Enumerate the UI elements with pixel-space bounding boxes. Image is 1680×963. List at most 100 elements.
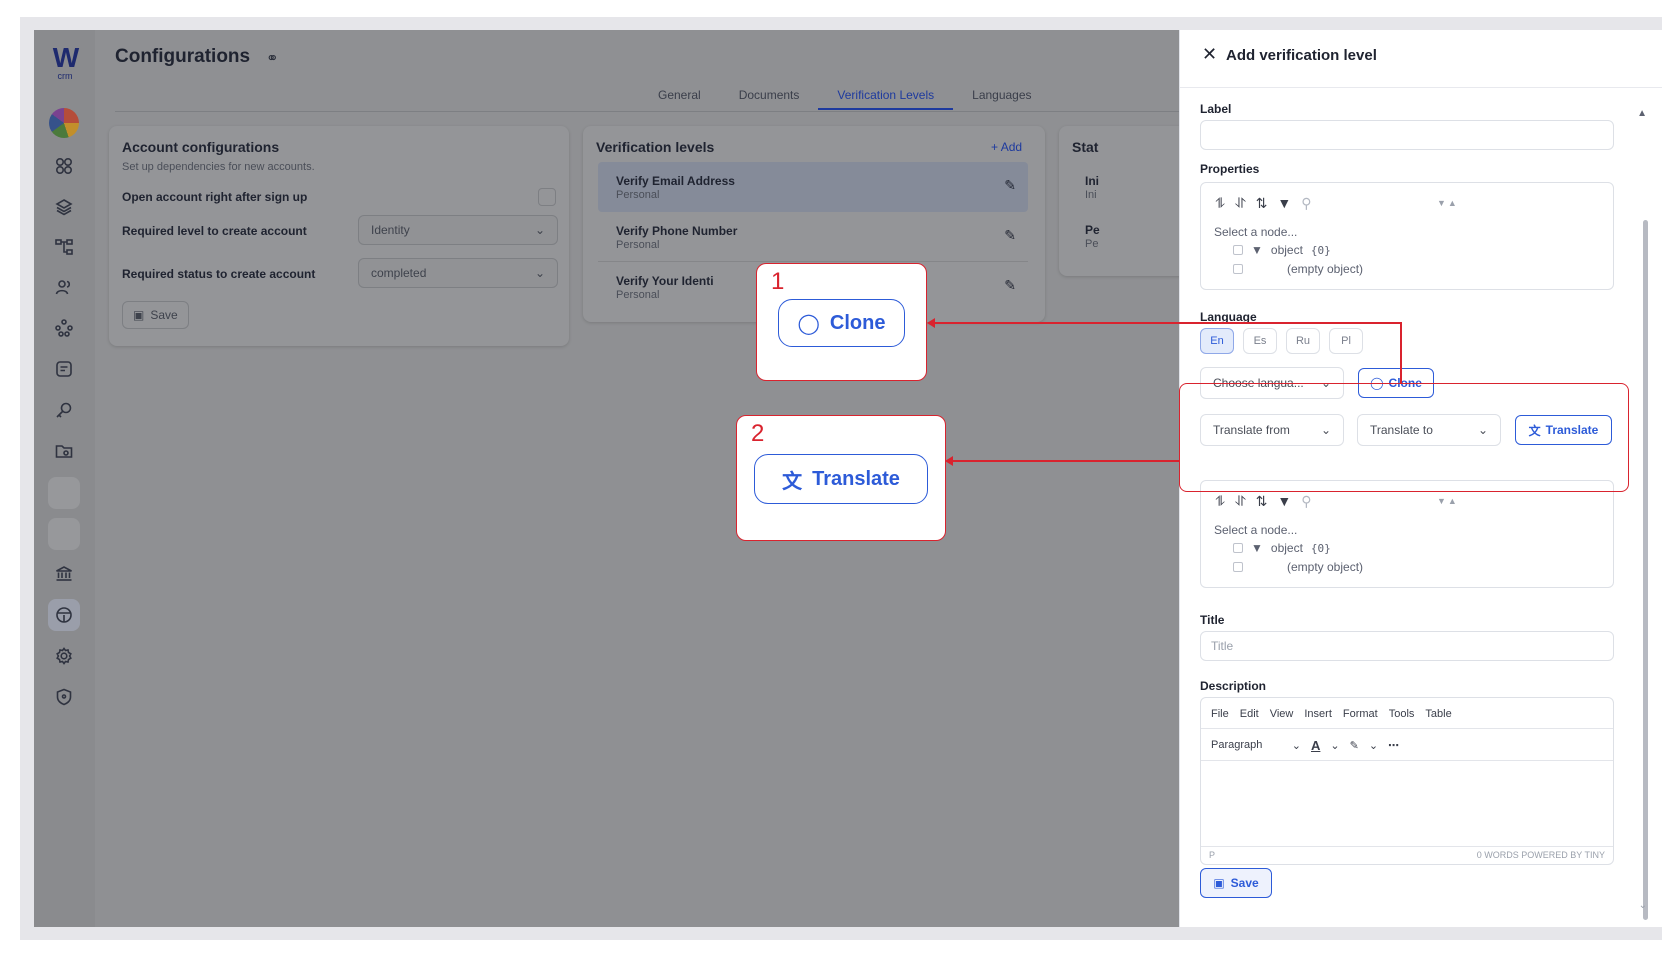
editor-menubar: File Edit View Insert Format Tools Table [1211,708,1452,720]
empty-nav-slot[interactable] [48,518,80,550]
block-format-select[interactable]: Paragraph ⌄ [1211,739,1301,752]
users-icon[interactable] [48,271,80,303]
language-pill-ru[interactable]: Ru [1286,328,1320,354]
expand-all-icon[interactable]: ⥮ [1215,195,1225,212]
row-checkbox[interactable] [1233,264,1243,274]
editor-statusbar: P 0 WORDS POWERED BY TINY [1201,846,1613,864]
save-label: Save [1230,876,1259,890]
label-input[interactable] [1200,120,1614,150]
navigate-arrows-icon[interactable]: ▼▲ [1437,496,1459,506]
chevron-down-icon[interactable]: ⌄ [1369,739,1378,752]
language-pill-en[interactable]: En [1200,328,1234,354]
shield-icon[interactable] [48,681,80,713]
translate-button-zoomed: 文 Translate [754,454,928,504]
menu-file[interactable]: File [1211,708,1229,720]
key-icon[interactable] [48,394,80,426]
level-name: Verify Email Address [616,174,735,188]
menu-table[interactable]: Table [1425,708,1451,720]
required-status-label: Required status to create account [122,267,316,281]
save-label: Save [150,308,178,322]
status-sub: Ini [1085,189,1097,201]
edit-icon[interactable]: ✎ [1004,177,1016,194]
expand-all-icon[interactable]: ⥮ [1215,493,1225,510]
search-icon[interactable]: ⚲ [1301,195,1311,212]
collapse-all-icon[interactable]: ⥯ [1235,493,1245,510]
language-pill-es[interactable]: Es [1243,328,1277,354]
scroll-up-icon[interactable]: ▲ [1637,108,1647,119]
verification-icon[interactable] [48,599,80,631]
annotation-line [953,460,1179,462]
text-color-icon[interactable]: A [1311,738,1320,753]
json-editor-toolbar: ⥮ ⥯ ⇅ ▼ ⚲ [1215,493,1311,510]
sort-icon[interactable]: ⇅ [1256,493,1268,510]
clone-button-zoomed: ◯ Clone [778,299,905,347]
network-icon[interactable] [48,312,80,344]
sort-icon[interactable]: ⇅ [1256,195,1268,212]
tab-general[interactable]: General [639,88,720,110]
drawer-save-button[interactable]: ▣ Save [1200,868,1272,898]
required-status-value: completed [371,266,427,280]
folder-search-icon[interactable] [48,435,80,467]
row-checkbox[interactable] [1233,245,1243,255]
gear-icon[interactable] [48,640,80,672]
row-checkbox[interactable] [1233,543,1243,553]
menu-format[interactable]: Format [1343,708,1378,720]
empty-nav-slot[interactable] [48,477,80,509]
tree-root-row[interactable]: ▼ object {0} [1233,243,1331,257]
collapse-all-icon[interactable]: ⥯ [1235,195,1245,212]
drawer-header: ✕ Add verification level [1180,30,1662,88]
account-configurations-card: Account configurations Set up dependenci… [109,126,569,346]
filter-icon[interactable]: ▼ [1277,195,1291,212]
properties-json-editor[interactable]: ⥮ ⥯ ⇅ ▼ ⚲ ▼▲ Select a node... ▼ object {… [1200,182,1614,290]
scrollbar[interactable] [1643,220,1648,920]
level-type: Personal [616,189,660,201]
tab-documents[interactable]: Documents [720,88,819,110]
level-type: Personal [616,239,660,251]
menu-view[interactable]: View [1270,708,1294,720]
edit-icon[interactable]: ✎ [1004,227,1016,244]
translations-json-editor[interactable]: ⥮ ⥯ ⇅ ▼ ⚲ ▼▲ Select a node... ▼ object {… [1200,480,1614,588]
title-input[interactable]: Title [1200,631,1614,661]
tree-root-type: object [1270,243,1303,257]
more-icon[interactable]: ⋯ [1388,739,1399,752]
language-pill-pl[interactable]: Pl [1329,328,1363,354]
filter-icon[interactable]: ▼ [1277,493,1291,510]
tree-root-row[interactable]: ▼ object {0} [1233,541,1331,555]
menu-tools[interactable]: Tools [1389,708,1415,720]
logo: W crm [47,44,83,81]
drawer-title: Add verification level [1226,47,1377,64]
label-field-label: Label [1200,102,1232,116]
bank-icon[interactable] [48,558,80,590]
hierarchy-icon[interactable] [48,231,80,263]
scroll-down-icon[interactable]: ⌄ [1639,900,1647,911]
json-editor-toolbar: ⥮ ⥯ ⇅ ▼ ⚲ [1215,195,1311,212]
menu-edit[interactable]: Edit [1240,708,1259,720]
link-icon[interactable]: ⚭ [266,49,279,67]
list-item[interactable]: Verify Phone Number Personal ✎ [598,212,1028,262]
row-checkbox[interactable] [1233,562,1243,572]
expand-toggle-icon[interactable]: ▼ [1251,541,1263,555]
dashboard-grid-icon[interactable] [48,150,80,182]
highlight-icon[interactable]: ✎ [1350,739,1359,752]
edit-icon[interactable]: ✎ [1004,277,1016,294]
documents-icon[interactable] [48,353,80,385]
app-background: W crm Configurations ⚭ General Documents… [34,30,1179,927]
search-icon[interactable]: ⚲ [1301,493,1311,510]
chevron-down-icon[interactable]: ⌄ [1330,739,1339,752]
account-save-button[interactable]: ▣ Save [122,301,189,329]
tab-languages[interactable]: Languages [953,88,1050,110]
expand-toggle-icon[interactable]: ▼ [1251,243,1263,257]
list-item[interactable]: Verify Email Address Personal ✎ [598,162,1028,212]
navigate-arrows-icon[interactable]: ▼▲ [1437,198,1459,208]
description-rich-editor[interactable]: File Edit View Insert Format Tools Table… [1200,697,1614,865]
close-icon[interactable]: ✕ [1202,44,1217,65]
menu-insert[interactable]: Insert [1304,708,1332,720]
add-level-button[interactable]: + Add [991,140,1022,154]
editor-toolbar: Paragraph ⌄ A ⌄ ✎ ⌄ ⋯ [1211,738,1399,753]
tab-verification-levels[interactable]: Verification Levels [818,88,954,110]
palette-icon[interactable] [49,108,79,138]
required-level-select[interactable]: Identity ⌄ [358,215,558,245]
layers-icon[interactable] [48,191,80,223]
required-status-select[interactable]: completed ⌄ [358,258,558,288]
open-account-checkbox[interactable] [538,188,556,206]
